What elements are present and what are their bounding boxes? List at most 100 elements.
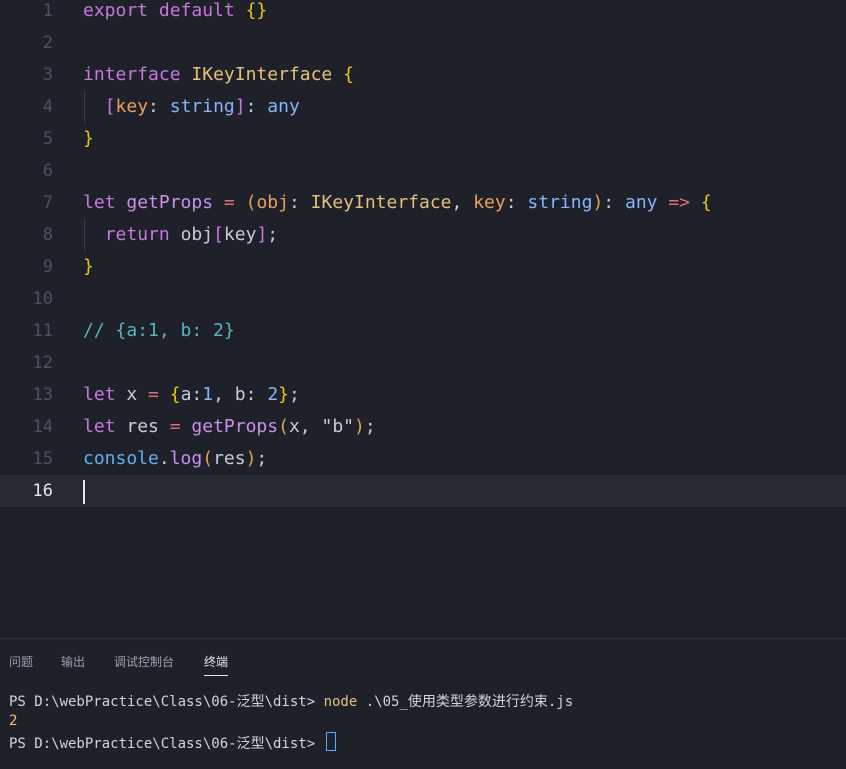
code-text: // {a:1, b: 2} xyxy=(83,315,235,347)
code-token: {} xyxy=(245,0,268,21)
code-text: let getProps = (obj: IKeyInterface, key:… xyxy=(83,187,712,219)
code-token: getProps xyxy=(126,192,214,213)
code-text: return obj[key]; xyxy=(83,219,278,251)
code-token: let xyxy=(83,192,116,213)
line-number: 8 xyxy=(42,225,53,245)
code-editor[interactable]: 1 export default {} 2 3 interface IKeyInterf… xyxy=(0,0,846,638)
terminal-command: node xyxy=(323,694,358,710)
code-line[interactable]: 9} xyxy=(0,251,846,283)
line-number: 4 xyxy=(42,97,53,117)
code-line[interactable]: 8 return obj[key]; xyxy=(0,219,846,251)
code-token: ) xyxy=(245,448,257,469)
line-number: 5 xyxy=(42,129,53,149)
code-line[interactable]: 7 let getProps = (obj: IKeyInterface, key… xyxy=(0,187,846,219)
code-text: [key: string]: any xyxy=(83,91,300,123)
code-line[interactable]: 3 interface IKeyInterface { xyxy=(0,59,846,91)
code-token: b xyxy=(234,384,246,405)
code-token: , xyxy=(299,416,322,437)
code-token: default xyxy=(158,0,235,21)
code-token: ) xyxy=(592,192,604,213)
code-token: { xyxy=(700,192,712,213)
code-line[interactable]: 2 xyxy=(0,27,846,59)
code-token: = xyxy=(148,384,159,405)
code-token: ; xyxy=(267,224,279,245)
code-text: export default {} xyxy=(83,0,267,27)
code-token: obj xyxy=(180,224,214,245)
code-token: "b" xyxy=(321,416,354,437)
code-token: obj xyxy=(256,192,289,213)
code-line[interactable]: 10 xyxy=(0,283,846,315)
code-line[interactable]: 15 console.log(res); xyxy=(0,443,846,475)
code-token: key xyxy=(473,192,506,213)
code-line[interactable]: 14 let res = getProps(x, "b"); xyxy=(0,411,846,443)
code-token: : xyxy=(505,192,528,213)
code-token: } xyxy=(83,256,94,277)
code-token: : xyxy=(148,96,170,117)
code-token: log xyxy=(169,448,203,469)
line-number: 10 xyxy=(32,289,53,309)
code-line[interactable]: 16 xyxy=(0,475,846,507)
code-token: IKeyInterface xyxy=(191,64,333,85)
code-token: return xyxy=(104,224,170,245)
code-line[interactable]: 6 xyxy=(0,155,846,187)
code-token: a xyxy=(180,384,192,405)
code-line[interactable]: 12 xyxy=(0,347,846,379)
code-token: key xyxy=(115,96,149,117)
code-line[interactable]: 11 // {a:1, b: 2} xyxy=(0,315,846,347)
code-token: : xyxy=(245,96,268,117)
line-number: 14 xyxy=(32,417,53,437)
code-token: console xyxy=(83,448,159,469)
tab-output[interactable]: 输出 xyxy=(61,649,85,675)
code-text: } xyxy=(83,123,94,155)
code-token: x xyxy=(126,384,138,405)
code-token: . xyxy=(158,448,170,469)
code-token: } xyxy=(278,384,290,405)
code-token: ; xyxy=(289,384,300,405)
terminal-command-args: .\05_使用类型参数进行约束.js xyxy=(357,694,574,710)
code-line[interactable]: 4 [key: string]: any xyxy=(0,91,846,123)
tab-terminal[interactable]: 终端 xyxy=(204,649,229,676)
code-token: : xyxy=(288,192,311,213)
code-token: let xyxy=(83,384,116,405)
code-token: = xyxy=(223,192,235,213)
code-token: } xyxy=(83,128,94,149)
tab-problems[interactable]: 问题 xyxy=(9,649,33,675)
code-token: , xyxy=(451,192,474,213)
code-token: ( xyxy=(202,448,214,469)
code-token: any xyxy=(624,192,658,213)
terminal-line[interactable]: PS D:\webPractice\Class\06-泛型\dist> xyxy=(9,732,336,753)
code-line[interactable]: 5} xyxy=(0,123,846,155)
code-token: : xyxy=(245,384,268,405)
code-token: 2 xyxy=(267,384,279,405)
code-token: ] xyxy=(234,96,246,117)
code-line[interactable]: 13 let x = {a:1, b: 2}; xyxy=(0,379,846,411)
tab-debug-console[interactable]: 调试控制台 xyxy=(114,649,174,675)
code-token: string xyxy=(169,96,235,117)
code-text: interface IKeyInterface { xyxy=(83,59,354,91)
code-token: : xyxy=(191,384,203,405)
line-number: 12 xyxy=(32,353,53,373)
line-number: 1 xyxy=(42,1,53,21)
code-line[interactable]: 1 export default {} xyxy=(0,0,846,27)
code-token: ) xyxy=(354,416,365,437)
code-token: x xyxy=(288,416,300,437)
code-token: string xyxy=(527,192,593,213)
code-token: any xyxy=(267,96,300,117)
code-token: : xyxy=(603,192,625,213)
code-text: let res = getProps(x, "b"); xyxy=(83,411,376,443)
code-token: interface xyxy=(83,64,181,85)
text-cursor xyxy=(83,480,85,504)
code-token: => xyxy=(668,192,691,213)
code-token: = xyxy=(169,416,181,437)
code-text: let x = {a:1, b: 2}; xyxy=(83,379,300,411)
